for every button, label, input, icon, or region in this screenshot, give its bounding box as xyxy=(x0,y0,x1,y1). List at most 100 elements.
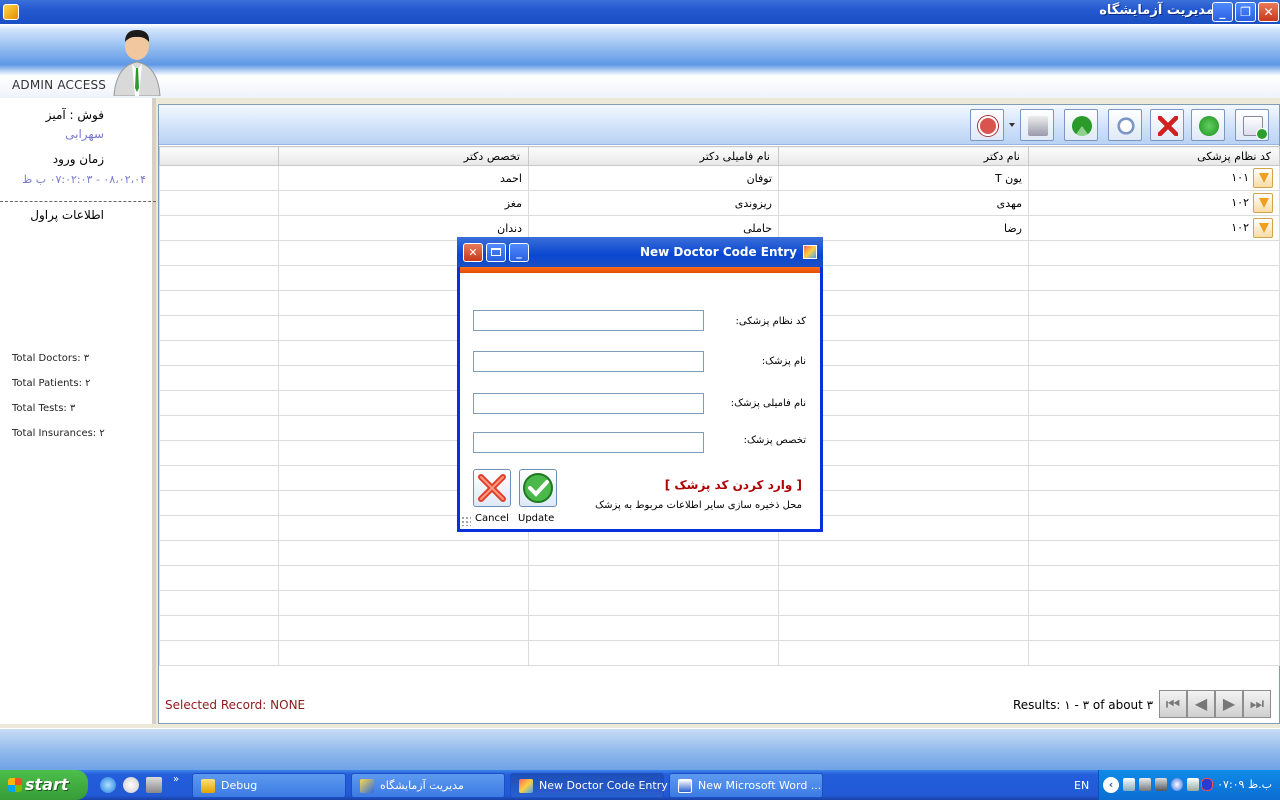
first-name-label: نام پزشک: xyxy=(761,356,806,367)
empty-cell xyxy=(159,615,279,641)
column-header-first-name[interactable]: نام دکتر xyxy=(778,146,1029,166)
app-header: ADMIN ACCESS xyxy=(0,24,1280,98)
monitor-tray-icon[interactable] xyxy=(1139,778,1151,791)
cell-code-text: ۱۰۲ xyxy=(1231,196,1249,209)
close-button[interactable]: ✕ xyxy=(1258,2,1279,22)
dialog-close-button[interactable]: ✕ xyxy=(463,243,483,262)
empty-cell xyxy=(1028,465,1280,491)
empty-table-row xyxy=(159,565,1280,591)
user-name: سهرابی xyxy=(65,127,104,141)
minimize-button[interactable]: _ xyxy=(1212,2,1233,22)
quicklaunch-chevron-icon[interactable]: » xyxy=(173,774,179,785)
row-select-icon[interactable] xyxy=(1253,193,1273,213)
cancel-button[interactable] xyxy=(473,469,511,507)
window-titlebar: مدیریت آزمایشگاه _ ❐ ✕ xyxy=(0,0,1280,24)
empty-cell xyxy=(528,540,779,566)
empty-cell xyxy=(159,240,279,266)
column-header-code[interactable]: کد نظام پزشکی xyxy=(1028,146,1280,166)
stat-doctors: Total Doctors: ۳ xyxy=(12,353,90,364)
row-select-icon[interactable] xyxy=(1253,168,1273,188)
row-select-icon[interactable] xyxy=(1253,218,1273,238)
empty-cell xyxy=(159,540,279,566)
empty-cell xyxy=(159,365,279,391)
empty-cell xyxy=(1028,440,1280,466)
empty-cell xyxy=(278,640,529,666)
update-button[interactable] xyxy=(519,469,557,507)
empty-cell xyxy=(1028,540,1280,566)
taskbar-item-label: مدیریت آزمایشگاه xyxy=(380,779,464,792)
print-icon[interactable] xyxy=(1020,109,1054,141)
tray-expand-icon[interactable]: ‹ xyxy=(1103,777,1119,793)
dialog-app-icon xyxy=(803,245,817,259)
empty-table-row xyxy=(159,540,1280,566)
table-row[interactable]: احمد توفان یون T ۱۰۱ xyxy=(159,165,1280,191)
code-input[interactable] xyxy=(473,310,704,331)
restore-button[interactable]: ❐ xyxy=(1235,2,1256,22)
network-signal-icon[interactable] xyxy=(1123,778,1135,791)
taskbar-item-debug[interactable]: Debug xyxy=(192,773,346,798)
last-page-icon: ⏭ xyxy=(1249,694,1265,713)
empty-table-row xyxy=(159,590,1280,616)
word-icon xyxy=(678,779,692,793)
table-row[interactable]: مغز ریزوندی مهدی ۱۰۲ xyxy=(159,190,1280,216)
next-page-button[interactable]: ▶ xyxy=(1215,690,1243,718)
folder-icon xyxy=(201,779,215,793)
empty-cell xyxy=(528,590,779,616)
add-document-icon[interactable] xyxy=(1235,109,1269,141)
cell-specialty: احمد xyxy=(278,165,529,191)
dialog-heading: [ وارد کردن کد پزشک ] xyxy=(664,478,802,492)
resize-grip-icon[interactable] xyxy=(461,516,471,526)
empty-cell xyxy=(278,540,529,566)
power-icon[interactable] xyxy=(970,109,1004,141)
security-tray-icon[interactable] xyxy=(1171,778,1183,791)
refresh-icon[interactable] xyxy=(1064,109,1098,141)
clock-app-icon[interactable] xyxy=(123,777,139,793)
desktop-icon[interactable] xyxy=(146,777,162,793)
dialog-description: محل ذخیره سازی سایر اطلاعات مربوط به پزش… xyxy=(595,500,802,511)
update-label[interactable]: Update xyxy=(518,513,554,524)
dialog-maximize-button[interactable] xyxy=(486,243,506,262)
empty-cell xyxy=(1028,640,1280,666)
app-window-icon xyxy=(360,779,374,793)
cell-last-name: توفان xyxy=(528,165,779,191)
empty-cell xyxy=(778,540,1029,566)
cancel-label[interactable]: Cancel xyxy=(475,513,509,524)
taskbar-item-new-doctor[interactable]: New Doctor Code Entry xyxy=(510,773,668,798)
first-page-icon: ⏮ xyxy=(1165,694,1181,713)
empty-table-row xyxy=(159,640,1280,666)
down-arrow-icon[interactable] xyxy=(1191,109,1225,141)
dialog-minimize-button[interactable]: _ xyxy=(509,243,529,262)
dropdown-arrow-icon[interactable] xyxy=(1009,123,1015,127)
taskbar-item-lab-manager[interactable]: مدیریت آزمایشگاه xyxy=(351,773,505,798)
column-header-empty[interactable] xyxy=(159,146,279,166)
internet-explorer-icon[interactable] xyxy=(100,777,116,793)
empty-cell xyxy=(1028,265,1280,291)
empty-cell xyxy=(159,465,279,491)
prev-page-button[interactable]: ◀ xyxy=(1187,690,1215,718)
empty-cell xyxy=(159,490,279,516)
app-icon xyxy=(3,4,19,20)
empty-cell xyxy=(159,565,279,591)
clock[interactable]: ب.ظ ۰۷:۰۹ xyxy=(1217,778,1272,791)
bluetooth-tray-icon[interactable] xyxy=(1201,778,1213,791)
start-button[interactable]: start xyxy=(0,770,88,800)
last-page-button[interactable]: ⏭ xyxy=(1243,690,1271,718)
empty-cell xyxy=(159,515,279,541)
last-name-input[interactable] xyxy=(473,393,704,414)
column-header-specialty[interactable]: تخصص دکتر xyxy=(278,146,529,166)
delete-icon[interactable] xyxy=(1150,109,1184,141)
volume-tray-icon[interactable] xyxy=(1187,778,1199,791)
empty-cell xyxy=(159,390,279,416)
first-page-button[interactable]: ⏮ xyxy=(1159,690,1187,718)
specialty-label: تخصص پزشک: xyxy=(743,435,806,446)
language-indicator[interactable]: EN xyxy=(1074,779,1089,792)
left-info-panel: فوش : آمیز سهرابی زمان ورود ۰۸،۰۲،۰۴ - ۰… xyxy=(0,98,156,724)
taskbar-item-word[interactable]: New Microsoft Word ... xyxy=(669,773,823,798)
first-name-input[interactable] xyxy=(473,351,704,372)
column-header-last-name[interactable]: نام فامیلی دکتر xyxy=(528,146,779,166)
search-icon[interactable] xyxy=(1108,109,1142,141)
system-tray: ‹ ب.ظ ۰۷:۰۹ xyxy=(1098,770,1280,800)
specialty-input[interactable] xyxy=(473,432,704,453)
printer-tray-icon[interactable] xyxy=(1155,778,1167,791)
empty-cell xyxy=(528,615,779,641)
